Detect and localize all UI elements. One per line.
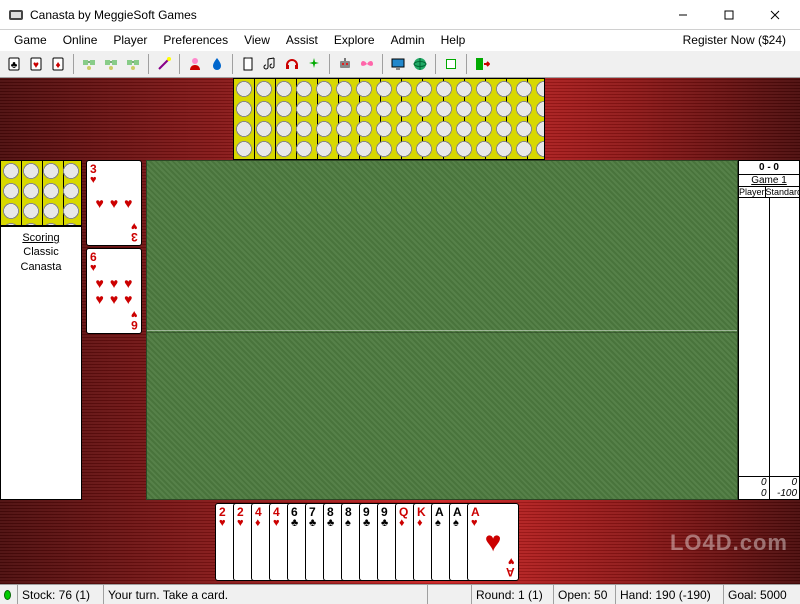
score-panel: 0 - 0 Game 1 Player Standard 0 0 0 -100 bbox=[738, 160, 800, 500]
robot-icon[interactable] bbox=[335, 54, 355, 74]
svg-text:♦: ♦ bbox=[55, 60, 60, 71]
maximize-button[interactable] bbox=[706, 0, 752, 30]
wand-icon[interactable] bbox=[154, 54, 174, 74]
status-turn: Your turn. Take a card. bbox=[104, 585, 428, 604]
status-empty1 bbox=[428, 585, 472, 604]
score-foot-2a: 0 bbox=[739, 488, 770, 499]
menu-explore[interactable]: Explore bbox=[326, 31, 383, 49]
titlebar: Canasta by MeggieSoft Games bbox=[0, 0, 800, 30]
close-button[interactable] bbox=[752, 0, 798, 30]
menu-admin[interactable]: Admin bbox=[383, 31, 433, 49]
minimize-button[interactable] bbox=[660, 0, 706, 30]
card-3♥[interactable]: 3♥♥♥♥♥3 bbox=[86, 160, 142, 246]
card-6♥[interactable]: 6♥♥♥♥♥♥♥♥6 bbox=[86, 248, 142, 334]
game-label: Game 1 bbox=[739, 175, 799, 187]
card-black-icon[interactable]: ♣ bbox=[4, 54, 24, 74]
net2-icon[interactable] bbox=[101, 54, 121, 74]
menu-register[interactable]: Register Now ($24) bbox=[675, 31, 794, 49]
col-player: Player bbox=[739, 187, 766, 197]
app-icon bbox=[8, 7, 24, 23]
status-hand: Hand: 190 (-190) bbox=[616, 585, 724, 604]
svg-text:♣: ♣ bbox=[11, 60, 18, 71]
score-foot-1a: 0 bbox=[739, 477, 770, 488]
person-icon[interactable] bbox=[185, 54, 205, 74]
exit-icon[interactable] bbox=[472, 54, 492, 74]
card-A♥[interactable]: A♥♥♥A bbox=[467, 503, 519, 581]
connection-led bbox=[0, 585, 18, 604]
toolbar: ♣ ♥ ♦ bbox=[0, 50, 800, 78]
clipboard-icon[interactable] bbox=[238, 54, 258, 74]
droplet-icon[interactable] bbox=[207, 54, 227, 74]
scoring-line1: Classic bbox=[1, 245, 81, 259]
globe-icon[interactable] bbox=[410, 54, 430, 74]
scoring-line2: Canasta bbox=[1, 260, 81, 274]
status-round: Round: 1 (1) bbox=[472, 585, 554, 604]
svg-text:♥: ♥ bbox=[33, 60, 39, 71]
menu-game[interactable]: Game bbox=[6, 31, 55, 49]
menu-assist[interactable]: Assist bbox=[278, 31, 326, 49]
score-header: 0 - 0 bbox=[739, 161, 799, 175]
score-foot-1b: 0 bbox=[770, 477, 800, 488]
net-icon[interactable] bbox=[79, 54, 99, 74]
status-open: Open: 50 bbox=[554, 585, 616, 604]
menu-online[interactable]: Online bbox=[55, 31, 106, 49]
card-red-icon[interactable]: ♥ bbox=[26, 54, 46, 74]
headset-icon[interactable] bbox=[282, 54, 302, 74]
play-felt bbox=[146, 160, 738, 500]
net3-icon[interactable] bbox=[123, 54, 143, 74]
book-icon[interactable] bbox=[441, 54, 461, 74]
col-standard: Standard bbox=[766, 187, 800, 197]
menubar: Game Online Player Preferences View Assi… bbox=[0, 30, 800, 50]
stock-pile[interactable] bbox=[0, 160, 82, 226]
statusbar: Stock: 76 (1) Your turn. Take a card. Ro… bbox=[0, 584, 800, 604]
status-goal: Goal: 5000 bbox=[724, 585, 800, 604]
butterfly-icon[interactable] bbox=[357, 54, 377, 74]
scoring-title: Scoring bbox=[1, 231, 81, 245]
card-red2-icon[interactable]: ♦ bbox=[48, 54, 68, 74]
menu-view[interactable]: View bbox=[236, 31, 278, 49]
scoring-panel: Scoring Classic Canasta bbox=[0, 226, 82, 500]
menu-preferences[interactable]: Preferences bbox=[155, 31, 236, 49]
game-board: Scoring Classic Canasta 3♥♥♥♥♥36♥♥♥♥♥♥♥♥… bbox=[0, 78, 800, 584]
bottom-band: 2♥♥22♥♥24♦♦44♥♥46♣♣67♣♣78♣♣88♠♠89♣♣99♣♣9… bbox=[0, 500, 800, 584]
monitor-icon[interactable] bbox=[388, 54, 408, 74]
menu-help[interactable]: Help bbox=[433, 31, 474, 49]
sparkle-icon[interactable] bbox=[304, 54, 324, 74]
play-area-wrap: 3♥♥♥♥♥36♥♥♥♥♥♥♥♥6 bbox=[82, 160, 738, 500]
status-stock: Stock: 76 (1) bbox=[18, 585, 104, 604]
window-title: Canasta by MeggieSoft Games bbox=[30, 8, 660, 22]
note-icon[interactable] bbox=[260, 54, 280, 74]
score-foot-2b: -100 bbox=[770, 488, 800, 499]
top-band bbox=[0, 78, 800, 160]
left-column: Scoring Classic Canasta bbox=[0, 160, 82, 500]
opponent-hand bbox=[233, 78, 545, 160]
menu-player[interactable]: Player bbox=[105, 31, 155, 49]
